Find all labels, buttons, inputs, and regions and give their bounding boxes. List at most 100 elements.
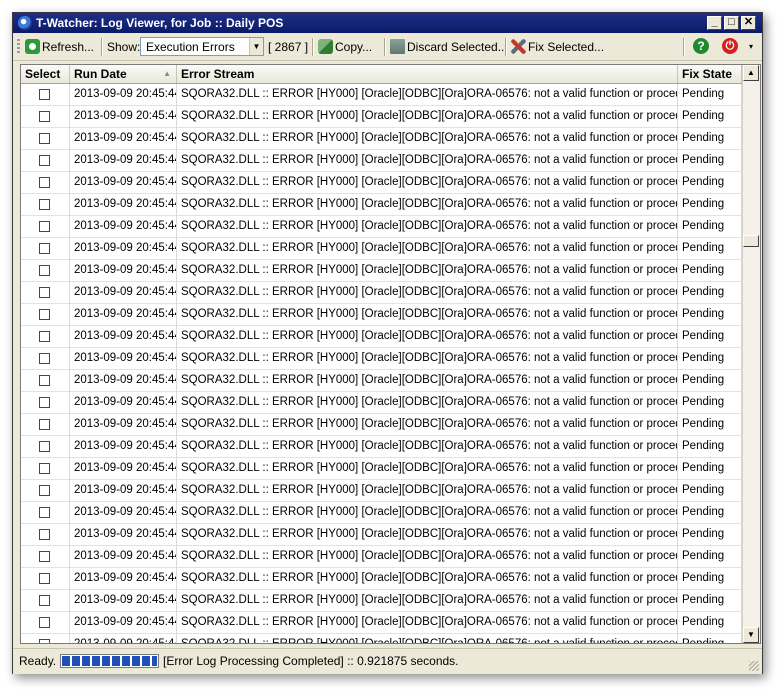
select-checkbox[interactable] [39, 375, 50, 386]
chevron-down-icon[interactable]: ▼ [249, 38, 263, 55]
show-filter-select[interactable]: Execution Errors ▼ [140, 37, 264, 56]
select-checkbox[interactable] [39, 353, 50, 364]
sort-ascending-icon: ▲ [163, 69, 171, 78]
run-date-cell: 2013-09-09 20:45:44 [70, 414, 177, 436]
select-checkbox[interactable] [39, 287, 50, 298]
power-icon[interactable]: ⏻ [722, 38, 738, 54]
table-row[interactable]: 2013-09-09 20:45:44 SQORA32.DLL :: ERROR … [21, 326, 742, 348]
fix-state-cell: Pending [678, 480, 742, 502]
select-checkbox[interactable] [39, 243, 50, 254]
table-row[interactable]: 2013-09-09 20:45:44 SQORA32.DLL :: ERROR … [21, 106, 742, 128]
select-checkbox[interactable] [39, 551, 50, 562]
select-cell [21, 370, 70, 392]
select-checkbox[interactable] [39, 309, 50, 320]
column-header-run-date[interactable]: Run Date ▲ [70, 65, 177, 83]
table-row[interactable]: 2013-09-09 20:45:44 SQORA32.DLL :: ERROR … [21, 238, 742, 260]
column-header-run-date-label: Run Date [74, 67, 127, 81]
select-checkbox[interactable] [39, 485, 50, 496]
table-row[interactable]: 2013-09-09 20:45:44 SQORA32.DLL :: ERROR … [21, 568, 742, 590]
table-row[interactable]: 2013-09-09 20:45:44 SQORA32.DLL :: ERROR … [21, 260, 742, 282]
table-row[interactable]: 2013-09-09 20:45:44 SQORA32.DLL :: ERROR … [21, 216, 742, 238]
select-checkbox[interactable] [39, 331, 50, 342]
show-filter-value: Execution Errors [146, 40, 235, 54]
select-checkbox[interactable] [39, 595, 50, 606]
select-checkbox[interactable] [39, 463, 50, 474]
run-date-cell: 2013-09-09 20:45:44 [70, 590, 177, 612]
error-stream-cell: SQORA32.DLL :: ERROR [HY000] [Oracle][OD… [177, 458, 678, 480]
table-row[interactable]: 2013-09-09 20:45:44 SQORA32.DLL :: ERROR … [21, 634, 742, 643]
fix-state-cell: Pending [678, 260, 742, 282]
table-row[interactable]: 2013-09-09 20:45:44 SQORA32.DLL :: ERROR … [21, 612, 742, 634]
select-checkbox[interactable] [39, 265, 50, 276]
table-row[interactable]: 2013-09-09 20:45:44 SQORA32.DLL :: ERROR … [21, 84, 742, 106]
table-row[interactable]: 2013-09-09 20:45:44 SQORA32.DLL :: ERROR … [21, 128, 742, 150]
select-checkbox[interactable] [39, 441, 50, 452]
select-checkbox[interactable] [39, 177, 50, 188]
column-header-fix-state[interactable]: Fix State [678, 65, 742, 83]
table-row[interactable]: 2013-09-09 20:45:44 SQORA32.DLL :: ERROR … [21, 480, 742, 502]
table-row[interactable]: 2013-09-09 20:45:44 SQORA32.DLL :: ERROR … [21, 348, 742, 370]
toolbar-grip[interactable] [17, 39, 20, 55]
select-cell [21, 436, 70, 458]
select-checkbox[interactable] [39, 155, 50, 166]
select-checkbox[interactable] [39, 419, 50, 430]
toolbar-overflow-button[interactable]: ▾ [749, 42, 753, 62]
help-icon[interactable]: ? [693, 38, 709, 54]
select-checkbox[interactable] [39, 529, 50, 540]
select-checkbox[interactable] [39, 617, 50, 628]
run-date-cell: 2013-09-09 20:45:44 [70, 392, 177, 414]
resize-grip-icon[interactable] [749, 661, 759, 671]
column-header-error-stream[interactable]: Error Stream [177, 65, 678, 83]
table-row[interactable]: 2013-09-09 20:45:44 SQORA32.DLL :: ERROR … [21, 436, 742, 458]
table-row[interactable]: 2013-09-09 20:45:44 SQORA32.DLL :: ERROR … [21, 524, 742, 546]
select-cell [21, 392, 70, 414]
table-row[interactable]: 2013-09-09 20:45:44 SQORA32.DLL :: ERROR … [21, 304, 742, 326]
table-row[interactable]: 2013-09-09 20:45:44 SQORA32.DLL :: ERROR … [21, 172, 742, 194]
select-checkbox[interactable] [39, 199, 50, 210]
table-row[interactable]: 2013-09-09 20:45:44 SQORA32.DLL :: ERROR … [21, 458, 742, 480]
select-checkbox[interactable] [39, 89, 50, 100]
fix-selected-button[interactable]: Fix Selected... [511, 37, 604, 57]
column-header-select[interactable]: Select [21, 65, 70, 83]
select-cell [21, 480, 70, 502]
select-cell [21, 524, 70, 546]
select-checkbox[interactable] [39, 397, 50, 408]
error-stream-cell: SQORA32.DLL :: ERROR [HY000] [Oracle][OD… [177, 568, 678, 590]
fix-state-cell: Pending [678, 436, 742, 458]
show-label: Show: [107, 40, 141, 54]
scroll-thumb[interactable] [743, 235, 759, 247]
minimize-button[interactable]: _ [707, 16, 722, 30]
discard-selected-button[interactable]: Discard Selected... [390, 37, 508, 57]
refresh-button[interactable]: Refresh... [25, 37, 94, 57]
scroll-up-button[interactable]: ▲ [743, 65, 759, 81]
run-date-cell: 2013-09-09 20:45:44 [70, 436, 177, 458]
select-checkbox[interactable] [39, 573, 50, 584]
table-row[interactable]: 2013-09-09 20:45:44 SQORA32.DLL :: ERROR … [21, 414, 742, 436]
run-date-cell: 2013-09-09 20:45:44 [70, 480, 177, 502]
run-date-cell: 2013-09-09 20:45:44 [70, 304, 177, 326]
error-stream-cell: SQORA32.DLL :: ERROR [HY000] [Oracle][OD… [177, 524, 678, 546]
select-checkbox[interactable] [39, 221, 50, 232]
title-bar[interactable]: T-Watcher: Log Viewer, for Job :: Daily … [13, 13, 762, 33]
table-row[interactable]: 2013-09-09 20:45:44 SQORA32.DLL :: ERROR … [21, 194, 742, 216]
table-row[interactable]: 2013-09-09 20:45:44 SQORA32.DLL :: ERROR … [21, 546, 742, 568]
copy-button[interactable]: Copy... [318, 37, 372, 57]
run-date-cell: 2013-09-09 20:45:44 [70, 348, 177, 370]
select-checkbox[interactable] [39, 111, 50, 122]
table-row[interactable]: 2013-09-09 20:45:44 SQORA32.DLL :: ERROR … [21, 502, 742, 524]
maximize-button[interactable]: □ [724, 16, 739, 30]
select-checkbox[interactable] [39, 133, 50, 144]
vertical-scrollbar[interactable]: ▲ ▼ [742, 65, 760, 643]
scroll-down-button[interactable]: ▼ [743, 627, 759, 643]
fix-state-cell: Pending [678, 524, 742, 546]
table-row[interactable]: 2013-09-09 20:45:44 SQORA32.DLL :: ERROR … [21, 282, 742, 304]
table-row[interactable]: 2013-09-09 20:45:44 SQORA32.DLL :: ERROR … [21, 590, 742, 612]
close-button[interactable]: ✕ [741, 16, 756, 30]
table-row[interactable]: 2013-09-09 20:45:44 SQORA32.DLL :: ERROR … [21, 150, 742, 172]
table-row[interactable]: 2013-09-09 20:45:44 SQORA32.DLL :: ERROR … [21, 370, 742, 392]
error-stream-cell: SQORA32.DLL :: ERROR [HY000] [Oracle][OD… [177, 502, 678, 524]
run-date-cell: 2013-09-09 20:45:44 [70, 128, 177, 150]
table-row[interactable]: 2013-09-09 20:45:44 SQORA32.DLL :: ERROR … [21, 392, 742, 414]
select-checkbox[interactable] [39, 639, 50, 643]
select-checkbox[interactable] [39, 507, 50, 518]
